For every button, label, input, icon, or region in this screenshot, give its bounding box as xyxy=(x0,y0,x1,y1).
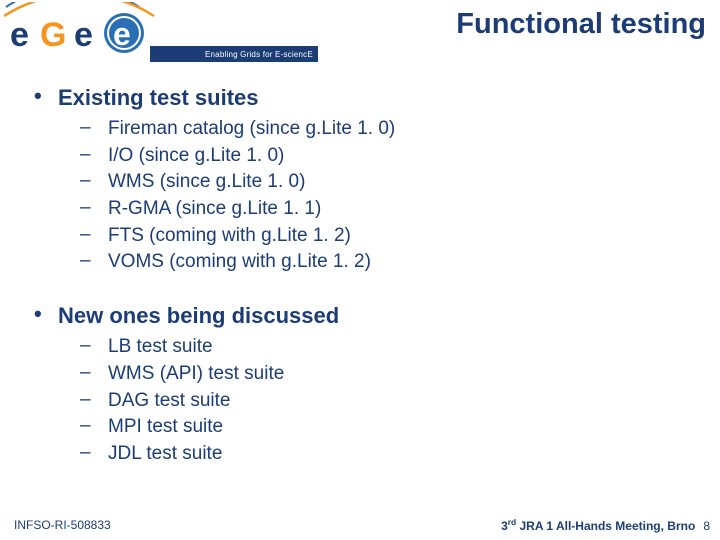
dash-icon: – xyxy=(80,442,108,464)
list-item: –JDL test suite xyxy=(80,442,700,467)
tagline-strip: Enabling Grids for E-sciencE xyxy=(150,46,318,62)
svg-text:e: e xyxy=(113,16,131,52)
list-item: –VOMS (coming with g.Lite 1. 2) xyxy=(80,250,700,275)
list-item: –FTS (coming with g.Lite 1. 2) xyxy=(80,224,700,249)
svg-text:e: e xyxy=(10,16,29,54)
sub-list: –LB test suite –WMS (API) test suite –DA… xyxy=(80,335,700,466)
section-heading-row: • Existing test suites xyxy=(34,85,700,111)
list-item: –WMS (since g.Lite 1. 0) xyxy=(80,170,700,195)
footer-left: INFSO-RI-508833 xyxy=(14,518,111,532)
dash-icon: – xyxy=(80,224,108,246)
list-item: –Fireman catalog (since g.Lite 1. 0) xyxy=(80,117,700,142)
svg-text:G: G xyxy=(40,16,66,54)
dash-icon: – xyxy=(80,250,108,272)
footer-right: 3rd JRA 1 All-Hands Meeting, Brno 8 xyxy=(501,517,710,533)
list-item: –MPI test suite xyxy=(80,415,700,440)
dash-icon: – xyxy=(80,117,108,139)
bullet-icon: • xyxy=(34,85,58,107)
dash-icon: – xyxy=(80,415,108,437)
sub-list: –Fireman catalog (since g.Lite 1. 0) –I/… xyxy=(80,117,700,275)
list-item: –R-GMA (since g.Lite 1. 1) xyxy=(80,197,700,222)
dash-icon: – xyxy=(80,170,108,192)
slide-title: Functional testing xyxy=(456,8,706,41)
list-item: –WMS (API) test suite xyxy=(80,362,700,387)
slide-header: e G e e Enabling Grids for E-sciencE Fun… xyxy=(0,0,720,72)
dash-icon: – xyxy=(80,144,108,166)
dash-icon: – xyxy=(80,197,108,219)
slide-footer: INFSO-RI-508833 3rd JRA 1 All-Hands Meet… xyxy=(0,514,720,536)
bullet-icon: • xyxy=(34,303,58,325)
list-item: –DAG test suite xyxy=(80,389,700,414)
list-item: –LB test suite xyxy=(80,335,700,360)
slide-body: • Existing test suites –Fireman catalog … xyxy=(34,85,700,495)
page-number: 8 xyxy=(703,519,710,533)
section-heading-row: • New ones being discussed xyxy=(34,303,700,329)
tagline: Enabling Grids for E-sciencE xyxy=(205,50,313,59)
dash-icon: – xyxy=(80,389,108,411)
dash-icon: – xyxy=(80,335,108,357)
section-heading: New ones being discussed xyxy=(58,303,339,329)
footer-meeting: 3rd JRA 1 All-Hands Meeting, Brno xyxy=(501,517,695,533)
slide: e G e e Enabling Grids for E-sciencE Fun… xyxy=(0,0,720,540)
list-item: –I/O (since g.Lite 1. 0) xyxy=(80,144,700,169)
section-heading: Existing test suites xyxy=(58,85,259,111)
dash-icon: – xyxy=(80,362,108,384)
svg-text:e: e xyxy=(74,16,93,54)
